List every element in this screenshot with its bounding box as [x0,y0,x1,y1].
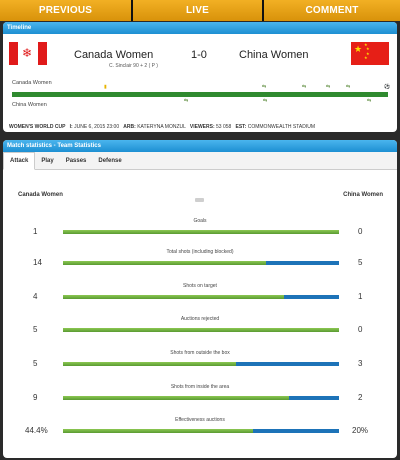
substitution-icon: ⇆ [346,84,351,90]
match-date: JUNE 6, 2015 23:00 [74,124,120,130]
stat-bar-home-fill [63,261,267,265]
stat-row: Shots from outside the box 5 3 [3,350,397,374]
stat-away-value: 5 [358,258,363,267]
stat-label: Effectiveness auctions [175,417,225,423]
viewers-label: VIEWERS: [189,124,215,130]
stat-bar [63,230,339,234]
match-info: WOMEN'S WORLD CUP I: JUNE 6, 2015 23:00 … [9,124,315,130]
stat-home-value: 5 [33,359,38,368]
stat-bar [63,429,339,433]
stat-away-value: 1 [358,292,363,301]
stat-bar-home-fill [63,362,236,366]
stat-row: Effectiveness auctions 44.4% 20% [3,417,397,441]
stadium-name: COMMONWEALTH STADIUM [247,124,316,130]
yellow-card-icon: ▮ [104,84,107,90]
stat-row: Goals 1 0 [3,218,397,242]
comment-button[interactable]: COMMENT [264,0,400,21]
statistics-tabs: Attack Play Passes Defense [3,152,397,170]
timeline-header: Timeline [3,22,397,34]
timeline-bar [12,92,388,97]
substitution-icon: ⇆ [184,98,189,104]
top-navigation: PREVIOUS LIVE COMMENT [0,0,400,21]
substitution-icon: ⇆ [326,84,331,90]
stat-home-value: 1 [33,227,38,236]
referee-label: ARB: [123,124,136,130]
stat-bar-home-fill [63,295,284,299]
substitution-icon: ⇆ [263,98,268,104]
goal-scorer: C. Sinclair 90 + 2 ( P ) [109,63,158,69]
substitution-icon: ⇆ [262,84,267,90]
stat-away-value: 2 [358,393,363,402]
stat-away-value: 0 [358,325,363,334]
statistics-header: Match statistics - Team Statistics [3,140,397,152]
stat-bar-home-fill [63,328,339,332]
stat-home-value: 5 [33,325,38,334]
goal-icon: ⚽ [384,84,391,90]
match-statistics-panel: Match statistics - Team Statistics Attac… [3,140,397,458]
stat-home-value: 4 [33,292,38,301]
date-label: I: [69,124,73,130]
match-header: ❄ Canada Women 1-0 China Women ★ ★ ★ ★ ★… [3,34,397,70]
stat-label: Goals [193,218,207,224]
away-team-name: China Women [239,49,309,61]
substitution-icon: ⇆ [302,84,307,90]
tab-play[interactable]: Play [35,152,59,169]
stat-label: Shots from inside the area [170,384,230,390]
stat-bar-home-fill [63,429,254,433]
stat-bar [63,362,339,366]
stat-bar [63,396,339,400]
stat-away-value: 0 [358,227,363,236]
stat-home-value: 14 [33,258,42,267]
stat-bar [63,328,339,332]
previous-button[interactable]: PREVIOUS [0,0,133,21]
stat-label: Total shots (including blocked) [166,249,234,255]
china-flag-icon: ★ ★ ★ ★ ★ [351,42,389,65]
match-score: 1-0 [191,49,207,61]
stat-label: Shots on target [183,283,217,289]
timeline-away-label: China Women [12,102,47,108]
competition: WOMEN'S WORLD CUP [9,124,66,130]
live-button[interactable]: LIVE [133,0,264,21]
stat-row: Shots on target 4 1 [3,283,397,307]
stat-bar-home-fill [63,230,339,234]
stat-label: Auctions rejected [180,316,220,322]
canada-flag-icon: ❄ [9,42,47,65]
stat-bar [63,261,339,265]
stat-label: Shots from outside the box [170,350,230,356]
stat-home-value: 9 [33,393,38,402]
stat-row: Auctions rejected 5 0 [3,316,397,340]
substitution-icon: ⇆ [367,98,372,104]
stat-row: Shots from inside the area 9 2 [3,384,397,408]
tab-attack[interactable]: Attack [3,152,36,170]
home-team-name: Canada Women [74,49,154,61]
timeline-home-label: Canada Women [12,80,52,86]
stat-bar [63,295,339,299]
viewers-count: 53 058 [216,124,232,130]
stat-row: Total shots (including blocked) 14 5 [3,249,397,273]
stat-away-value: 20% [352,426,369,435]
tab-defense[interactable]: Defense [92,152,127,169]
referee-name: KATERYNA MONZUL [137,124,186,130]
stats-away-team: China Women [343,192,383,198]
tab-passes[interactable]: Passes [60,152,93,169]
timeline-panel: Timeline ❄ Canada Women 1-0 China Women … [3,22,397,132]
stat-bar-home-fill [63,396,289,400]
stat-home-value: 44.4% [25,426,48,435]
stadium-label: EST: [235,124,247,130]
stats-home-team: Canada Women [18,192,63,198]
stats-toggle-icon [195,198,204,202]
stat-away-value: 3 [358,359,363,368]
